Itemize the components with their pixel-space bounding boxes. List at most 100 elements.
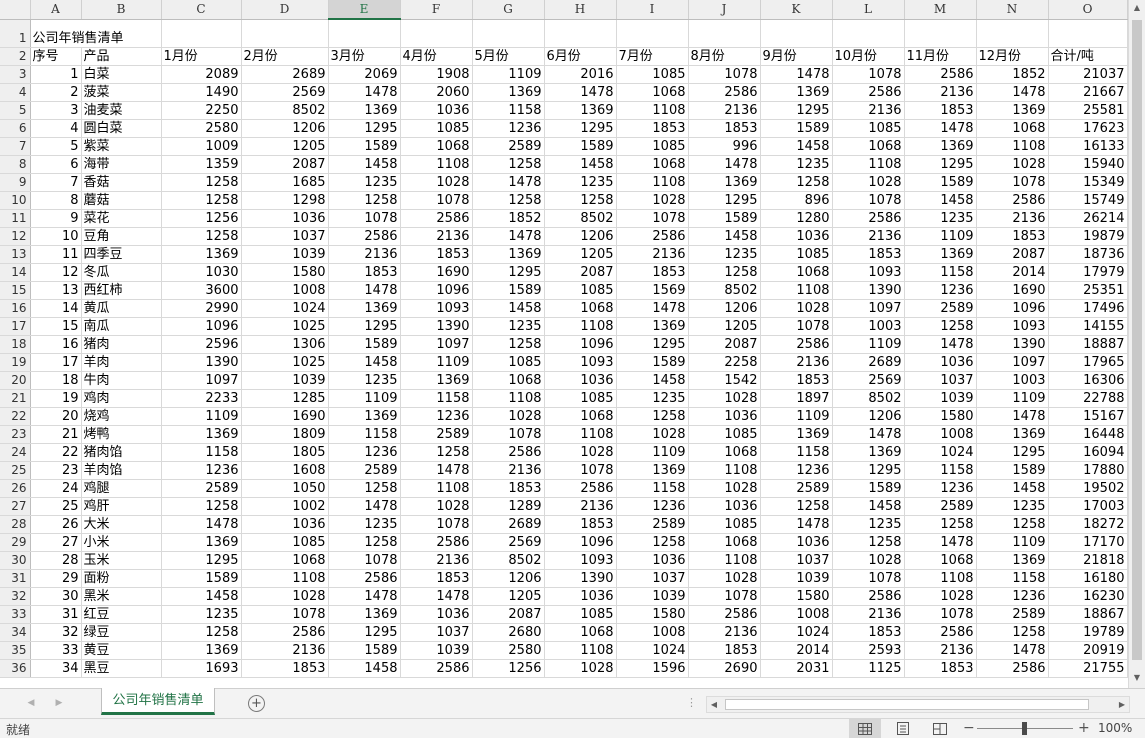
row-header[interactable]: 16 bbox=[0, 299, 31, 318]
value-cell[interactable]: 1369 bbox=[976, 425, 1049, 444]
value-cell[interactable]: 2586 bbox=[904, 623, 977, 642]
value-cell[interactable]: 1025 bbox=[241, 317, 329, 336]
value-cell[interactable]: 1478 bbox=[328, 497, 401, 516]
value-cell[interactable]: 1258 bbox=[760, 497, 833, 516]
value-cell[interactable]: 15940 bbox=[1048, 155, 1128, 174]
value-cell[interactable]: 21037 bbox=[1048, 65, 1128, 84]
value-cell[interactable]: 2136 bbox=[832, 605, 905, 624]
value-cell[interactable]: 1369 bbox=[472, 245, 545, 264]
value-cell[interactable]: 1108 bbox=[544, 425, 617, 444]
row-header[interactable]: 18 bbox=[0, 335, 31, 354]
value-cell[interactable]: 1478 bbox=[328, 281, 401, 300]
value-cell[interactable]: 1458 bbox=[328, 353, 401, 372]
value-cell[interactable]: 15167 bbox=[1048, 407, 1128, 426]
value-cell[interactable]: 1109 bbox=[616, 443, 689, 462]
value-cell[interactable]: 1693 bbox=[161, 659, 242, 678]
value-cell[interactable]: 2136 bbox=[904, 641, 977, 660]
value-cell[interactable]: 1258 bbox=[904, 317, 977, 336]
value-cell[interactable]: 2586 bbox=[328, 227, 401, 246]
value-cell[interactable]: 1037 bbox=[241, 227, 329, 246]
select-all-corner[interactable] bbox=[0, 0, 31, 20]
value-cell[interactable]: 1369 bbox=[976, 101, 1049, 120]
value-cell[interactable]: 1369 bbox=[976, 551, 1049, 570]
value-cell[interactable]: 19789 bbox=[1048, 623, 1128, 642]
product-cell[interactable]: 绿豆 bbox=[81, 623, 162, 642]
row-header[interactable]: 19 bbox=[0, 353, 31, 372]
value-cell[interactable]: 1690 bbox=[976, 281, 1049, 300]
value-cell[interactable]: 2586 bbox=[688, 605, 761, 624]
header-cell[interactable]: 1月份 bbox=[161, 47, 242, 66]
prev-sheet-icon[interactable]: ◀ bbox=[24, 696, 38, 710]
value-cell[interactable]: 1369 bbox=[161, 425, 242, 444]
value-cell[interactable]: 2586 bbox=[400, 533, 473, 552]
value-cell[interactable]: 1003 bbox=[832, 317, 905, 336]
value-cell[interactable]: 31 bbox=[30, 605, 82, 624]
value-cell[interactable]: 1258 bbox=[976, 515, 1049, 534]
value-cell[interactable]: 9 bbox=[30, 209, 82, 228]
value-cell[interactable]: 15749 bbox=[1048, 191, 1128, 210]
value-cell[interactable]: 1158 bbox=[400, 389, 473, 408]
product-cell[interactable]: 菜花 bbox=[81, 209, 162, 228]
value-cell[interactable]: 1109 bbox=[760, 407, 833, 426]
value-cell[interactable]: 5 bbox=[30, 137, 82, 156]
value-cell[interactable]: 1258 bbox=[161, 173, 242, 192]
value-cell[interactable]: 1258 bbox=[760, 173, 833, 192]
value-cell[interactable]: 1078 bbox=[688, 587, 761, 606]
value-cell[interactable]: 2680 bbox=[472, 623, 545, 642]
row-header[interactable]: 32 bbox=[0, 587, 31, 606]
value-cell[interactable]: 1036 bbox=[400, 101, 473, 120]
zoom-in-button[interactable]: + bbox=[1078, 720, 1090, 736]
value-cell[interactable]: 1024 bbox=[616, 641, 689, 660]
header-cell[interactable]: 7月份 bbox=[616, 47, 689, 66]
value-cell[interactable]: 2593 bbox=[832, 641, 905, 660]
product-cell[interactable]: 鸡肉 bbox=[81, 389, 162, 408]
value-cell[interactable]: 2689 bbox=[241, 65, 329, 84]
value-cell[interactable]: 1280 bbox=[760, 209, 833, 228]
value-cell[interactable]: 1897 bbox=[760, 389, 833, 408]
value-cell[interactable]: 27 bbox=[30, 533, 82, 552]
value-cell[interactable]: 2586 bbox=[832, 587, 905, 606]
value-cell[interactable]: 1478 bbox=[904, 335, 977, 354]
value-cell[interactable]: 1028 bbox=[400, 497, 473, 516]
value-cell[interactable]: 1690 bbox=[241, 407, 329, 426]
value-cell[interactable]: 1008 bbox=[760, 605, 833, 624]
header-cell[interactable]: 12月份 bbox=[976, 47, 1049, 66]
row-header[interactable]: 23 bbox=[0, 425, 31, 444]
value-cell[interactable]: 2569 bbox=[472, 533, 545, 552]
value-cell[interactable]: 2586 bbox=[976, 191, 1049, 210]
value-cell[interactable]: 1289 bbox=[472, 497, 545, 516]
column-header-h[interactable]: H bbox=[544, 0, 617, 20]
value-cell[interactable]: 1108 bbox=[688, 461, 761, 480]
value-cell[interactable]: 1036 bbox=[616, 551, 689, 570]
value-cell[interactable]: 1108 bbox=[976, 137, 1049, 156]
cell[interactable] bbox=[904, 19, 977, 48]
value-cell[interactable]: 1078 bbox=[688, 65, 761, 84]
value-cell[interactable]: 1853 bbox=[688, 641, 761, 660]
value-cell[interactable]: 2589 bbox=[400, 425, 473, 444]
value-cell[interactable]: 13 bbox=[30, 281, 82, 300]
value-cell[interactable]: 1589 bbox=[976, 461, 1049, 480]
value-cell[interactable]: 2586 bbox=[544, 479, 617, 498]
value-cell[interactable]: 1298 bbox=[241, 191, 329, 210]
value-cell[interactable]: 1256 bbox=[161, 209, 242, 228]
product-cell[interactable]: 红豆 bbox=[81, 605, 162, 624]
value-cell[interactable]: 1589 bbox=[616, 353, 689, 372]
value-cell[interactable]: 1109 bbox=[400, 353, 473, 372]
horizontal-scroll-thumb[interactable] bbox=[725, 699, 1089, 710]
value-cell[interactable]: 1589 bbox=[544, 137, 617, 156]
value-cell[interactable]: 1096 bbox=[161, 317, 242, 336]
value-cell[interactable]: 2136 bbox=[976, 209, 1049, 228]
value-cell[interactable]: 1085 bbox=[688, 425, 761, 444]
value-cell[interactable]: 15 bbox=[30, 317, 82, 336]
value-cell[interactable]: 1068 bbox=[544, 407, 617, 426]
value-cell[interactable]: 22 bbox=[30, 443, 82, 462]
value-cell[interactable]: 1235 bbox=[544, 173, 617, 192]
value-cell[interactable]: 1478 bbox=[161, 515, 242, 534]
cell[interactable] bbox=[832, 19, 905, 48]
value-cell[interactable]: 1109 bbox=[161, 407, 242, 426]
value-cell[interactable]: 2569 bbox=[241, 83, 329, 102]
value-cell[interactable]: 1295 bbox=[161, 551, 242, 570]
value-cell[interactable]: 2087 bbox=[976, 245, 1049, 264]
value-cell[interactable]: 1078 bbox=[328, 209, 401, 228]
value-cell[interactable]: 2586 bbox=[241, 623, 329, 642]
